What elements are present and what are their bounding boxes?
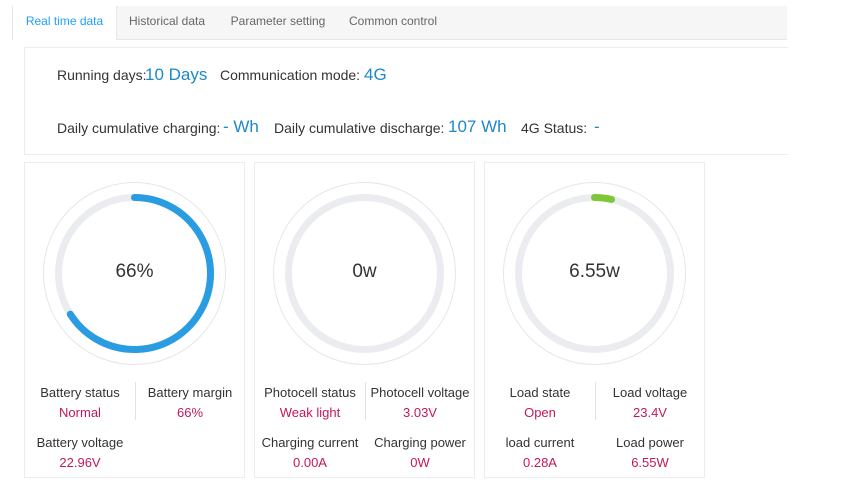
photocell-status-value: Weak light <box>279 405 341 420</box>
daily-discharge-label: Daily cumulative discharge: <box>274 120 445 136</box>
battery-voltage-label: Battery voltage <box>36 435 124 450</box>
running-days-value: 10 Days <box>145 65 208 84</box>
battery-card: 66% Battery status Normal Battery margin… <box>24 162 245 478</box>
load-state-value: Open <box>524 405 556 420</box>
photocell-voltage-value: 3.03V <box>403 405 437 420</box>
tab-bar: Real time data Historical data Parameter… <box>12 6 787 40</box>
load-power-label: Load power <box>616 435 684 450</box>
load-card: 6.55w Load state Open Load voltage 23.4V… <box>484 162 705 478</box>
photocell-status-label: Photocell status <box>264 385 356 400</box>
load-voltage-label: Load voltage <box>612 385 688 400</box>
battery-margin-label: Battery margin <box>147 385 233 400</box>
summary-panel: Running days: 10 Days Communication mode… <box>24 47 788 155</box>
photocell-card: 0w Photocell status Weak light Photocell… <box>254 162 475 478</box>
battery-margin-value: 66% <box>176 405 204 420</box>
running-days-label: Running days: <box>57 67 147 83</box>
load-current-value: 0.28A <box>523 455 557 470</box>
communication-mode-value: 4G <box>364 65 387 84</box>
tab-real-time-data[interactable]: Real time data <box>12 6 117 40</box>
charging-current-label: Charging current <box>261 435 359 450</box>
divider <box>135 382 136 420</box>
gauge-value: 66% <box>115 261 154 282</box>
divider <box>595 382 596 420</box>
tab-historical-data[interactable]: Historical data <box>116 6 218 39</box>
communication-mode-label: Communication mode: <box>220 67 361 83</box>
charging-power-value: 0W <box>410 455 430 470</box>
photocell-voltage-label: Photocell voltage <box>370 385 470 400</box>
divider <box>365 382 366 420</box>
charging-current-value: 0.00A <box>293 455 327 470</box>
daily-charging-label: Daily cumulative charging: <box>57 120 221 136</box>
battery-status-value: Normal <box>59 405 101 420</box>
gauge-value: 6.55w <box>569 261 620 282</box>
status-4g-label: 4G Status: <box>521 120 588 136</box>
gauge-arc <box>591 194 616 203</box>
tab-parameter-setting[interactable]: Parameter setting <box>219 6 337 39</box>
load-current-label: load current <box>505 435 575 450</box>
status-4g-value: - <box>594 117 600 136</box>
gauge-value: 0w <box>352 261 377 282</box>
daily-discharge-value: 107 Wh <box>448 117 507 136</box>
load-voltage-value: 23.4V <box>633 405 667 420</box>
battery-status-label: Battery status <box>40 385 120 400</box>
battery-voltage-value: 22.96V <box>59 455 101 470</box>
load-power-value: 6.55W <box>631 455 669 470</box>
load-state-label: Load state <box>509 385 571 400</box>
charging-power-label: Charging power <box>374 435 466 450</box>
tab-common-control[interactable]: Common control <box>338 6 448 39</box>
daily-charging-value: - Wh <box>223 117 259 136</box>
